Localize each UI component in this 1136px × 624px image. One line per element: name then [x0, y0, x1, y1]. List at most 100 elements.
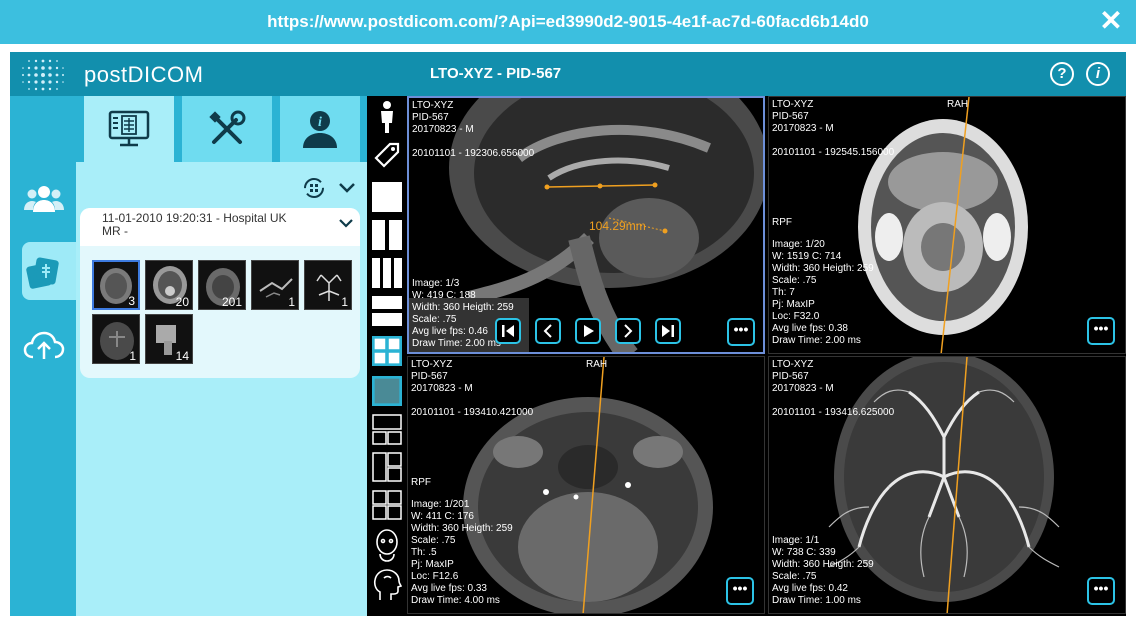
- series-count: 1: [341, 295, 348, 309]
- overlay-line: Th: .5: [411, 547, 437, 558]
- layout-toolstrip: [367, 96, 407, 616]
- study-date-line: 11-01-2010 19:20:31 - Hospital UK: [102, 211, 287, 225]
- panel-tabs: i: [76, 96, 367, 162]
- chevron-right-icon: [624, 324, 633, 338]
- overlay-line: W: 738 C: 339: [772, 547, 836, 558]
- overlay-line: Draw Time: 4.00 ms: [411, 595, 500, 606]
- series-thumbnail[interactable]: 1: [304, 260, 352, 310]
- series-count: 1: [288, 295, 295, 309]
- head-front-icon[interactable]: [372, 528, 402, 562]
- study-modality-line: MR -: [102, 224, 128, 238]
- overlay-line: Width: 360 Heigth: 259: [412, 302, 514, 313]
- play-icon: [584, 325, 594, 337]
- side-label: RPF: [411, 477, 431, 488]
- layout-3x3-icon[interactable]: [372, 490, 402, 522]
- overlay-line: [772, 395, 894, 407]
- overlay-line: W: 411 C: 176: [411, 511, 474, 522]
- previous-frame-button[interactable]: [535, 318, 561, 344]
- app-frame: postDICOM LTO-XYZ - PID-567 ? i i 11-01-…: [10, 52, 1126, 616]
- first-frame-button[interactable]: [495, 318, 521, 344]
- series-thumbnail[interactable]: 1: [92, 314, 140, 364]
- overlay-line: Avg live fps: 0.33: [411, 583, 487, 594]
- viewport-axial[interactable]: RAH LTO-XYZ PID-567 20170823 - M 2010110…: [407, 356, 765, 614]
- overlay-line: 20101101 - 192306.656000: [412, 148, 535, 159]
- head-side-icon[interactable]: [372, 568, 402, 602]
- overlay-line: LTO-XYZ: [411, 359, 453, 370]
- overlay-top-left: LTO-XYZ PID-567 20170823 - M 20101101 - …: [772, 359, 894, 419]
- series-count: 201: [221, 295, 242, 309]
- patient-info-tab-icon[interactable]: i: [280, 96, 360, 162]
- overlay-line: Width: 360 Heigth: 259: [411, 523, 513, 534]
- sync-icon[interactable]: [302, 176, 358, 200]
- chevron-down-icon[interactable]: [338, 218, 354, 228]
- left-nav: [10, 96, 82, 616]
- overlay-line: PID-567: [772, 111, 809, 122]
- overlay-line: [772, 135, 894, 147]
- viewport-more-button[interactable]: •••: [727, 318, 755, 346]
- users-icon[interactable]: [23, 178, 65, 220]
- overlay-top-left: LTO-XYZ PID-567 20170823 - M 20101101 - …: [772, 99, 894, 159]
- overlay-line: Draw Time: 2.00 ms: [772, 335, 861, 346]
- series-count: 3: [128, 294, 135, 308]
- help-icon[interactable]: ?: [1050, 62, 1074, 86]
- orientation-label: RAH: [586, 359, 608, 370]
- overlay-line: PID-567: [411, 371, 448, 382]
- overlay-line: Width: 360 Heigth: 259: [772, 559, 874, 570]
- series-thumbnail[interactable]: 201: [198, 260, 246, 310]
- overlay-line: [412, 136, 534, 148]
- next-frame-button[interactable]: [615, 318, 641, 344]
- series-count: 1: [129, 349, 136, 363]
- last-frame-button[interactable]: [655, 318, 681, 344]
- overlay-line: Width: 360 Heigth: 259: [772, 263, 874, 274]
- layout-1-2-icon[interactable]: [372, 414, 402, 446]
- image-viewer: 104.29mm LTO-XYZ PID-567 20170823 - M 20…: [407, 96, 1126, 616]
- overlay-line: Th: 7: [772, 287, 795, 298]
- series-thumbnail[interactable]: 3: [92, 260, 140, 310]
- tools-tab-icon[interactable]: [182, 96, 272, 162]
- viewport-more-button[interactable]: •••: [726, 577, 754, 605]
- overlay-line: 20101101 - 193416.625000: [772, 407, 895, 418]
- viewport-angio-mip[interactable]: LTO-XYZ PID-567 20170823 - M 20101101 - …: [768, 356, 1126, 614]
- layout-2-1-icon[interactable]: [372, 452, 402, 484]
- overlay-line: Loc: F32.0: [772, 311, 820, 322]
- close-icon[interactable]: ✕: [1096, 6, 1126, 36]
- overlay-line: LTO-XYZ: [412, 100, 454, 111]
- series-icon[interactable]: [23, 252, 65, 294]
- viewport-more-button[interactable]: •••: [1087, 577, 1115, 605]
- overlay-line: [411, 395, 533, 407]
- overlay-line: 20170823 - M: [412, 124, 474, 135]
- play-button[interactable]: [575, 318, 601, 344]
- series-count: 14: [175, 349, 189, 363]
- overlay-line: Pj: MaxIP: [411, 559, 454, 570]
- tag-icon[interactable]: [372, 140, 402, 172]
- layout-single-selected-icon[interactable]: [372, 374, 402, 408]
- series-thumbnail[interactable]: 1: [251, 260, 299, 310]
- overlay-line: 20170823 - M: [772, 383, 834, 394]
- layout-1x1-icon[interactable]: [372, 182, 402, 214]
- layout-1x3-icon[interactable]: [372, 258, 402, 290]
- side-label: RPF: [772, 217, 792, 228]
- viewport-sagittal[interactable]: 104.29mm LTO-XYZ PID-567 20170823 - M 20…: [407, 96, 765, 354]
- layout-2x1-icon[interactable]: [372, 296, 402, 328]
- series-thumbnail[interactable]: 20: [145, 260, 193, 310]
- layout-1x2-icon[interactable]: [372, 220, 402, 252]
- overlay-line: Loc: F12.6: [411, 571, 459, 582]
- viewport-axial-t2[interactable]: RAH LTO-XYZ PID-567 20170823 - M 2010110…: [768, 96, 1126, 354]
- svg-text:i: i: [318, 115, 322, 130]
- overlay-line: 20170823 - M: [772, 123, 834, 134]
- layout-2x2-icon[interactable]: [372, 334, 402, 368]
- viewer-tab-icon[interactable]: [84, 96, 174, 162]
- upload-icon[interactable]: [23, 324, 65, 366]
- logo-icon: [22, 59, 64, 91]
- info-icon[interactable]: i: [1086, 62, 1110, 86]
- series-thumbnail[interactable]: 14: [145, 314, 193, 364]
- overlay-line: Scale: .75: [411, 535, 456, 546]
- viewport-more-button[interactable]: •••: [1087, 317, 1115, 345]
- overlay-line: W: 419 C: 188: [412, 290, 476, 301]
- series-sync-controls: [302, 176, 358, 205]
- overlay-top-left: LTO-XYZ PID-567 20170823 - M 20101101 - …: [412, 100, 534, 160]
- overlay-line: 20101101 - 192545.156000: [772, 147, 895, 158]
- overlay-line: 20170823 - M: [411, 383, 473, 394]
- overlay-line: Scale: .75: [772, 275, 817, 286]
- patient-figure-icon[interactable]: [372, 100, 402, 134]
